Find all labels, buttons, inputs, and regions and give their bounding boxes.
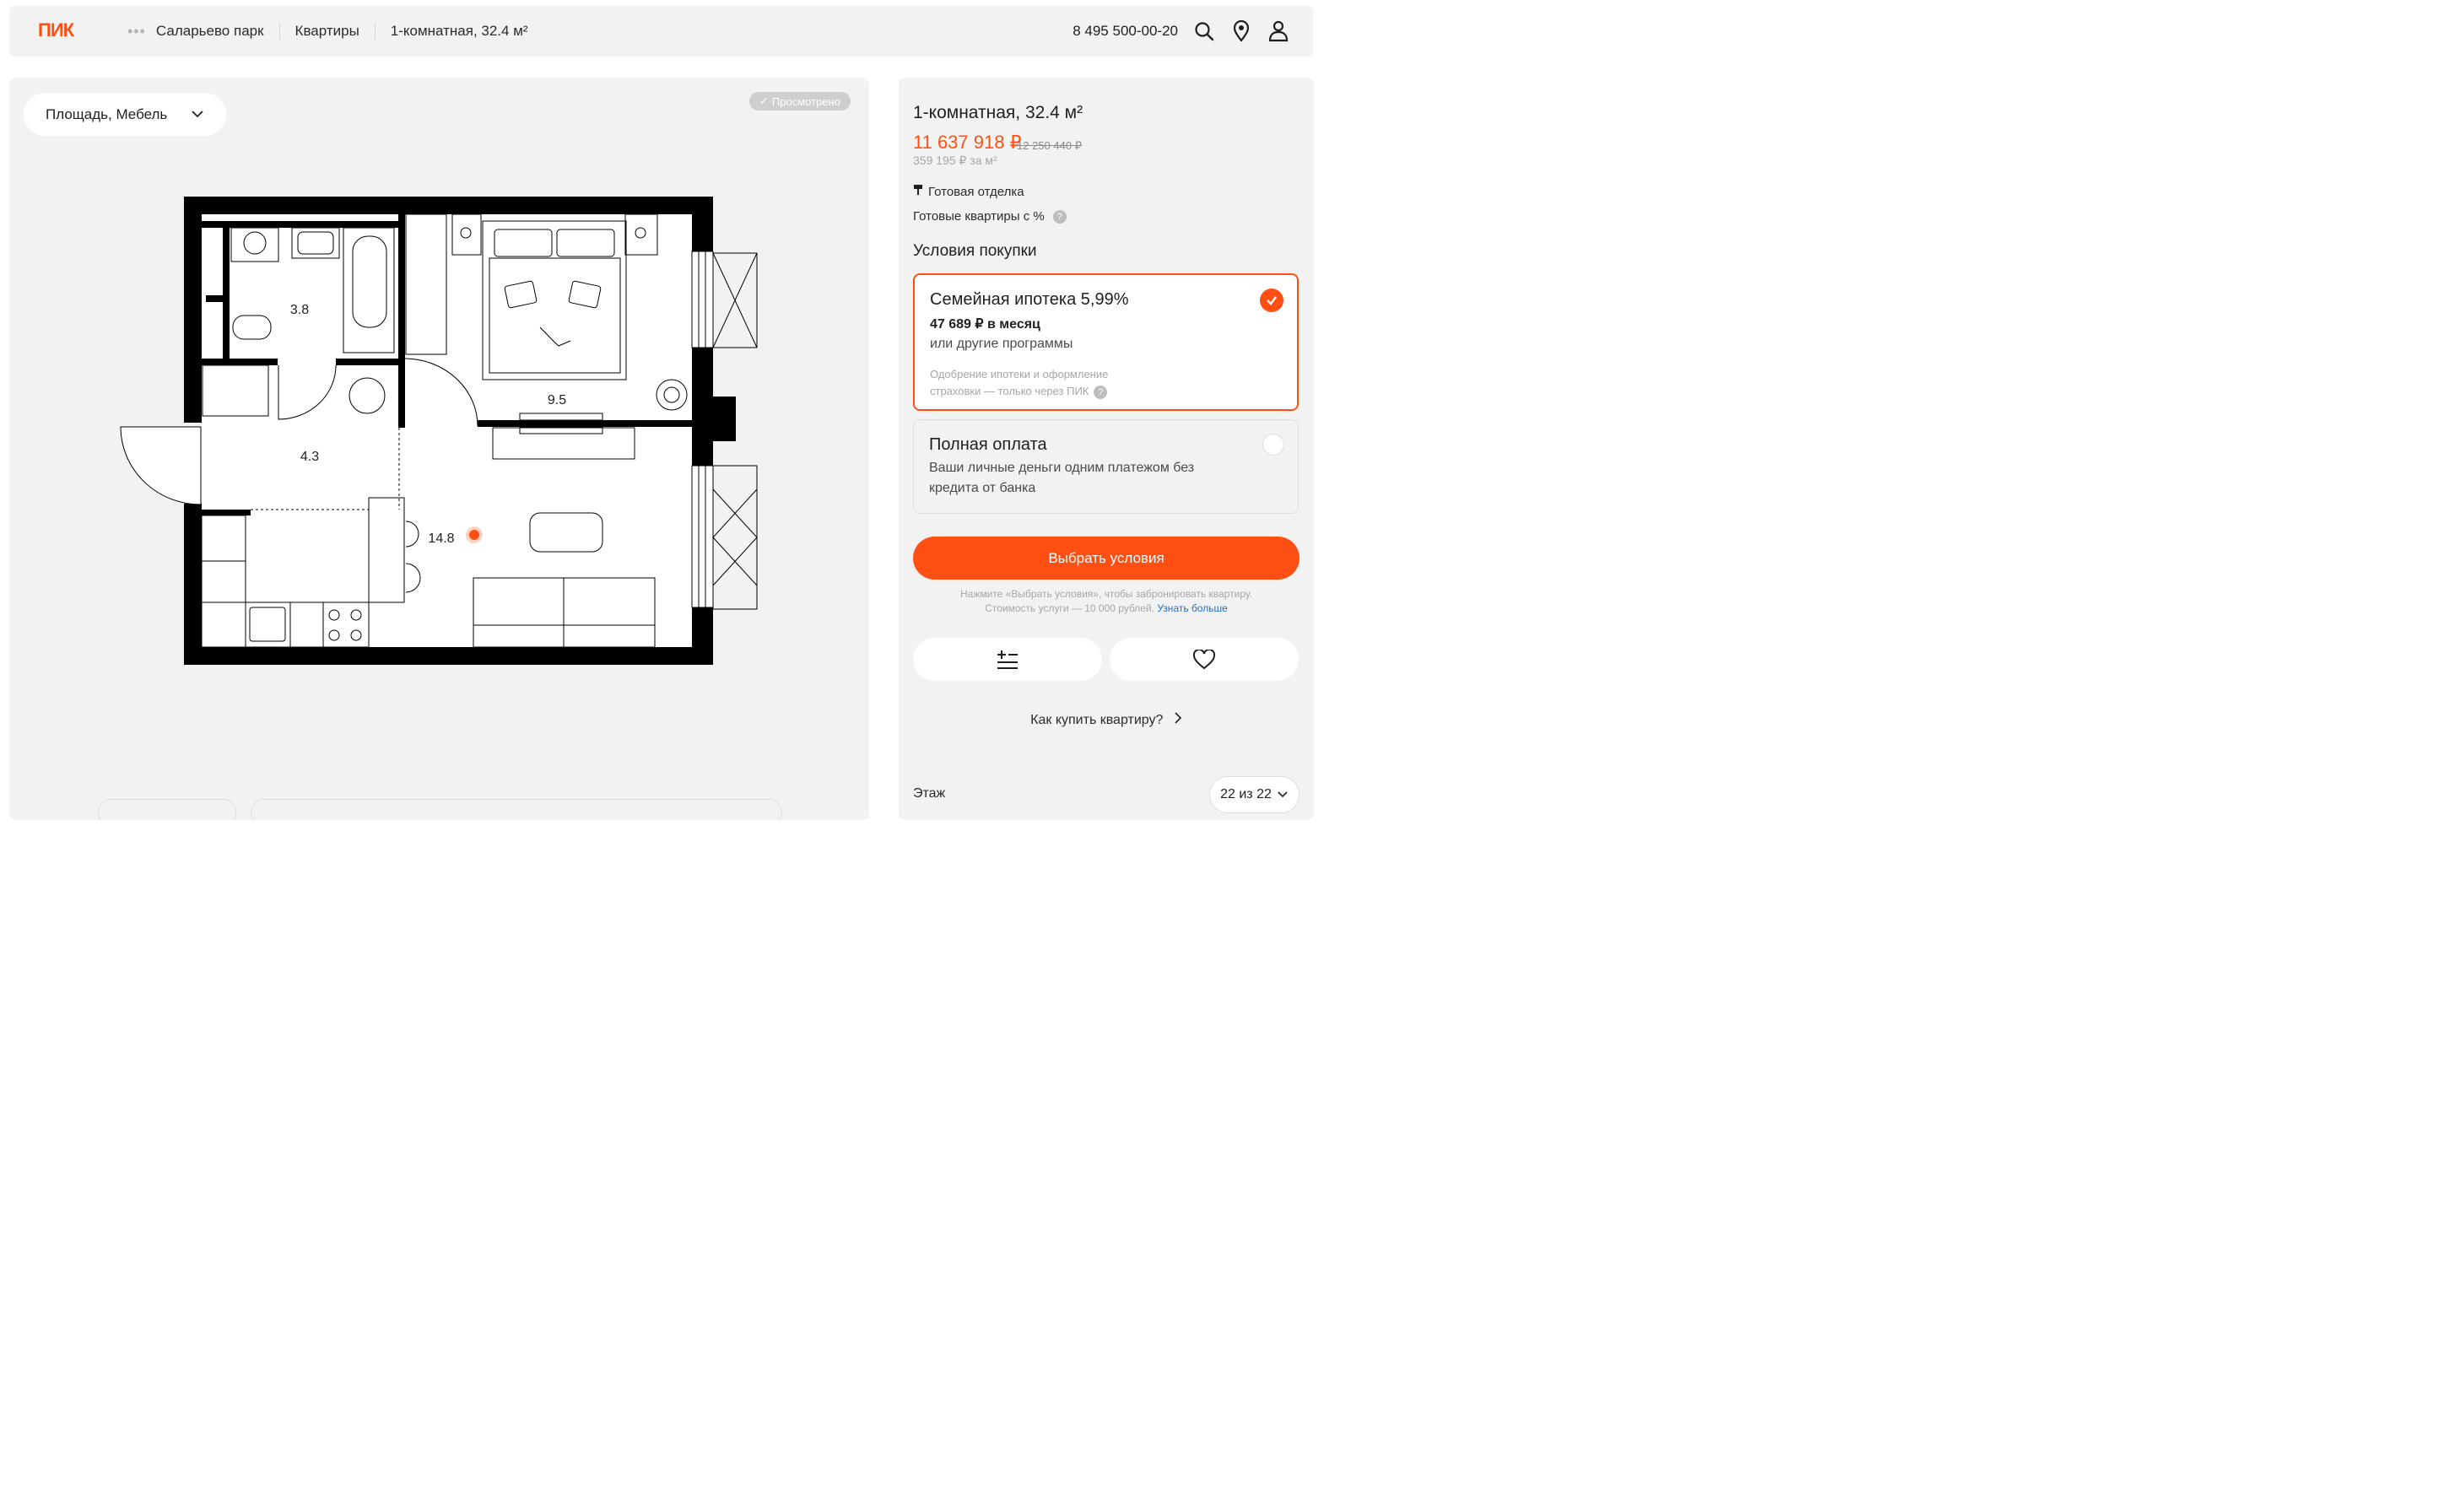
breadcrumb-item-project[interactable]: Саларьево парк (156, 23, 279, 40)
option-full-title: Полная оплата (929, 435, 1047, 454)
help-icon[interactable]: ? (1094, 386, 1108, 399)
paint-roller-icon (913, 184, 925, 199)
floor-plan: 3.8 9.5 4.3 14.8 (120, 197, 758, 665)
room-area-bedroom: 9.5 (548, 393, 566, 407)
option-mortgage-title: Семейная ипотека 5,99% (930, 290, 1129, 309)
checked-icon (1260, 289, 1283, 312)
top-header: ПИК ••• Саларьево парк Квартиры 1-комнат… (9, 6, 1313, 57)
option-mortgage-other[interactable]: или другие программы (930, 337, 1073, 352)
option-mortgage-monthly: 47 689 ₽ в месяц (930, 317, 1040, 332)
option-full-desc-2: кредита от банка (929, 481, 1036, 495)
plan-tab-pill-2[interactable] (251, 799, 782, 820)
breadcrumb-item-current: 1-комнатная, 32.4 м² (374, 23, 543, 40)
radio-unchecked-icon[interactable] (1262, 434, 1284, 456)
chevron-right-icon (1174, 712, 1182, 727)
flat-price: 11 637 918 ₽ (913, 132, 1022, 153)
floor-label: Этаж (913, 786, 946, 801)
favorite-button[interactable] (1110, 638, 1299, 681)
flat-title: 1-комнатная, 32.4 м² (913, 103, 1083, 122)
option-full-payment[interactable]: Полная оплата Ваши личные деньги одним п… (913, 419, 1299, 514)
how-to-buy-link[interactable]: Как купить квартиру? (913, 712, 1300, 728)
phone-number[interactable]: 8 495 500-00-20 (1073, 23, 1178, 40)
feature-finish: Готовая отделка (913, 184, 1024, 199)
compare-button[interactable] (913, 638, 1102, 681)
room-area-bathroom: 3.8 (290, 303, 309, 317)
breadcrumb-item-flats[interactable]: Квартиры (278, 23, 375, 40)
learn-more-link[interactable]: Узнать больше (1157, 602, 1227, 614)
cta-note: Нажмите «Выбрать условия», чтобы заброни… (960, 588, 1252, 614)
flat-details-panel: 1-комнатная, 32.4 м² 11 637 918 ₽ 12 250… (899, 78, 1314, 820)
option-mortgage-note: Одобрение ипотеки и оформление страховки… (930, 368, 1109, 399)
room-area-hallway: 4.3 (300, 450, 319, 464)
feature-ready: Готовые квартиры с % ? (913, 209, 1067, 224)
more-dots-icon[interactable]: ••• (127, 23, 146, 40)
heart-icon (1193, 649, 1215, 669)
floor-select[interactable]: 22 из 22 (1209, 776, 1300, 813)
location-pin-icon[interactable] (1230, 20, 1252, 42)
search-icon[interactable] (1193, 20, 1215, 42)
flat-old-price: 12 250 440 ₽ (1017, 139, 1082, 152)
help-icon[interactable]: ? (1052, 209, 1067, 224)
option-family-mortgage[interactable]: Семейная ипотека 5,99% 47 689 ₽ в месяц … (913, 273, 1299, 411)
plan-tab-pill-1[interactable] (98, 799, 236, 820)
header-actions: 8 495 500-00-20 (1073, 6, 1289, 57)
breadcrumb: ••• Саларьево парк Квартиры 1-комнатная,… (127, 6, 543, 57)
chevron-down-icon (1278, 791, 1288, 798)
price-per-m2: 359 195 ₽ за м² (913, 154, 997, 167)
floor-plan-card: Площадь, Мебель ✓ Просмотрено 3.8 9.5 4.… (9, 78, 869, 820)
user-icon[interactable] (1267, 20, 1289, 42)
choose-terms-button[interactable]: Выбрать условия (913, 537, 1300, 580)
room-area-living: 14.8 (428, 531, 454, 546)
add-to-compare-icon (997, 650, 1018, 669)
option-full-desc-1: Ваши личные деньги одним платежом без (929, 461, 1195, 475)
purchase-title: Условия покупки (913, 242, 1037, 260)
pik-logo[interactable]: ПИК (38, 19, 74, 41)
